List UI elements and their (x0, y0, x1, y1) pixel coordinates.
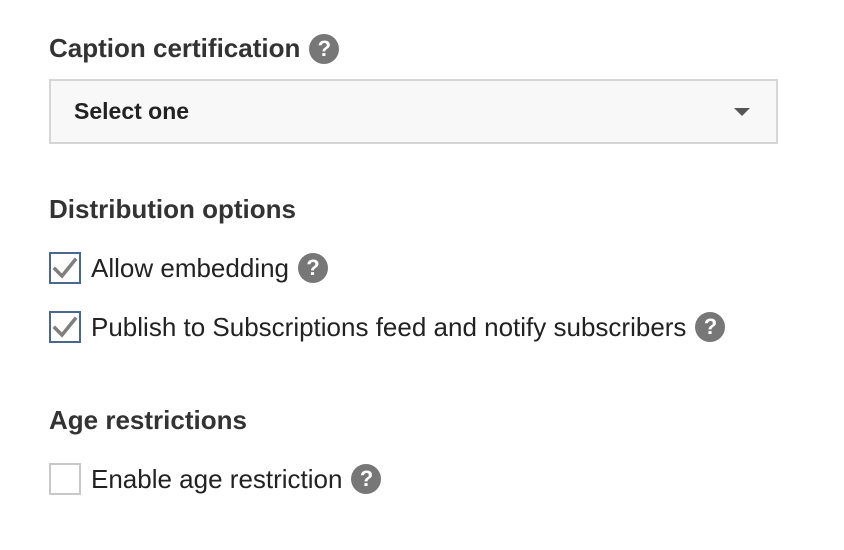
checkmark-icon (52, 257, 78, 279)
help-icon[interactable]: ? (351, 464, 382, 494)
caret-down-icon (734, 108, 750, 116)
caption-certification-heading: Caption certification ? (49, 33, 340, 64)
age-restrictions-heading: Age restrictions (49, 405, 247, 436)
publish-subscriptions-option: Publish to Subscriptions feed and notify… (49, 311, 726, 343)
caption-certification-select[interactable]: Select one (49, 79, 778, 144)
age-restrictions-title: Age restrictions (49, 405, 247, 435)
help-icon[interactable]: ? (309, 33, 340, 64)
distribution-options-title: Distribution options (49, 194, 296, 224)
help-icon[interactable]: ? (695, 312, 726, 342)
checkmark-icon (52, 316, 78, 338)
select-value: Select one (74, 98, 190, 124)
allow-embedding-label: Allow embedding (91, 252, 290, 283)
allow-embedding-option: Allow embedding ? (49, 252, 329, 284)
caption-certification-title: Caption certification (49, 33, 301, 63)
publish-subscriptions-checkbox[interactable] (49, 311, 81, 343)
enable-age-restriction-checkbox[interactable] (49, 463, 81, 495)
publish-subscriptions-label: Publish to Subscriptions feed and notify… (91, 311, 687, 342)
enable-age-restriction-label: Enable age restriction (91, 463, 343, 494)
enable-age-restriction-option: Enable age restriction ? (49, 463, 382, 495)
help-icon[interactable]: ? (298, 253, 329, 283)
allow-embedding-checkbox[interactable] (49, 252, 81, 284)
distribution-options-heading: Distribution options (49, 194, 296, 225)
